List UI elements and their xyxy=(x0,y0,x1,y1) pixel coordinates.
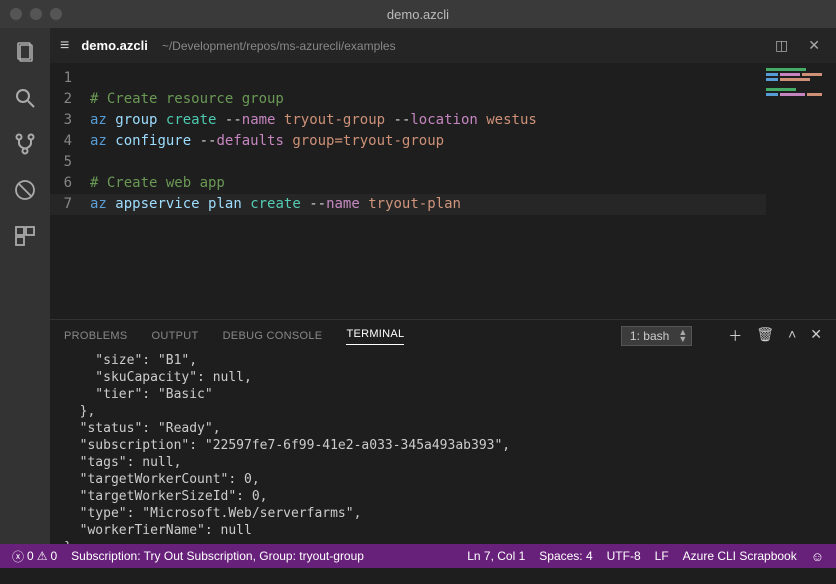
line-number: 4 xyxy=(50,131,72,152)
error-icon: ⓧ xyxy=(12,548,24,565)
close-tab-icon[interactable]: ✕ xyxy=(802,37,826,54)
activity-bar xyxy=(0,28,50,544)
code-content[interactable]: # Create resource group az group create … xyxy=(90,68,836,314)
debug-icon[interactable] xyxy=(11,176,39,204)
error-count: 0 xyxy=(27,549,34,563)
code-token: az xyxy=(90,112,107,128)
status-language[interactable]: Azure CLI Scrapbook xyxy=(679,549,801,563)
code-token: name xyxy=(242,112,276,128)
code-token: defaults xyxy=(216,133,283,149)
tab-filename[interactable]: demo.azcli xyxy=(81,38,147,53)
code-editor[interactable]: 1 2 3 4 5 6 7 # Create resource group az… xyxy=(50,63,836,319)
code-comment: # Create web app xyxy=(90,175,225,191)
feedback-icon[interactable]: ☺ xyxy=(807,549,828,564)
terminal-output[interactable]: "size": "B1", "skuCapacity": null, "tier… xyxy=(50,352,836,544)
line-number: 3 xyxy=(50,110,72,131)
code-token: westus xyxy=(486,112,537,128)
code-token: tryout-group xyxy=(284,112,385,128)
zoom-window[interactable] xyxy=(50,8,62,20)
line-number: 5 xyxy=(50,152,72,173)
tab-debug-console[interactable]: DEBUG CONSOLE xyxy=(223,330,323,342)
minimap[interactable] xyxy=(766,68,826,98)
menu-icon[interactable]: ≡ xyxy=(60,37,69,55)
tab-output[interactable]: OUTPUT xyxy=(152,330,199,342)
extensions-icon[interactable] xyxy=(11,222,39,250)
panel-tabs: PROBLEMS OUTPUT DEBUG CONSOLE TERMINAL 1… xyxy=(50,320,836,352)
warning-count: 0 xyxy=(50,549,57,563)
code-token: location xyxy=(410,112,477,128)
source-control-icon[interactable] xyxy=(11,130,39,158)
code-comment: # Create resource group xyxy=(90,91,284,107)
line-number: 1 xyxy=(50,68,72,89)
code-token: group xyxy=(115,112,157,128)
close-window[interactable] xyxy=(10,8,22,20)
code-token: create xyxy=(166,112,217,128)
window-controls xyxy=(10,8,62,20)
kill-terminal-icon[interactable]: 🗑 xyxy=(756,326,774,346)
bottom-panel: PROBLEMS OUTPUT DEBUG CONSOLE TERMINAL 1… xyxy=(50,319,836,544)
status-encoding[interactable]: UTF-8 xyxy=(603,549,645,563)
maximize-panel-icon[interactable]: ˄ xyxy=(788,326,796,346)
status-bar: ⓧ0 ⚠0 Subscription: Try Out Subscription… xyxy=(0,544,836,568)
line-number: 2 xyxy=(50,89,72,110)
line-number: 6 xyxy=(50,173,72,194)
status-spaces[interactable]: Spaces: 4 xyxy=(535,549,596,563)
terminal-selector[interactable]: 1: bash ▲▼ xyxy=(621,326,692,346)
tab-terminal[interactable]: TERMINAL xyxy=(346,328,404,345)
warning-icon: ⚠ xyxy=(37,549,48,563)
code-token: group=tryout-group xyxy=(292,133,444,149)
editor-tabbar: ≡ demo.azcli ~/Development/repos/ms-azur… xyxy=(50,28,836,63)
status-subscription[interactable]: Subscription: Try Out Subscription, Grou… xyxy=(67,549,368,563)
status-errors[interactable]: ⓧ0 ⚠0 xyxy=(8,548,61,565)
close-panel-icon[interactable]: ✕ xyxy=(810,326,822,346)
minimize-window[interactable] xyxy=(30,8,42,20)
tab-problems[interactable]: PROBLEMS xyxy=(64,330,128,342)
explorer-icon[interactable] xyxy=(11,38,39,66)
split-editor-icon[interactable]: ◫ xyxy=(769,37,794,54)
title-bar: demo.azcli xyxy=(0,0,836,28)
tab-path: ~/Development/repos/ms-azurecli/examples xyxy=(162,39,396,53)
status-eol[interactable]: LF xyxy=(651,549,673,563)
line-gutter: 1 2 3 4 5 6 7 xyxy=(50,68,90,314)
chevron-updown-icon: ▲▼ xyxy=(678,329,687,343)
status-cursor[interactable]: Ln 7, Col 1 xyxy=(463,549,529,563)
current-line-highlight xyxy=(50,194,766,215)
terminal-selector-label: 1: bash xyxy=(630,329,669,343)
window-title: demo.azcli xyxy=(387,7,449,22)
code-token: az xyxy=(90,133,107,149)
code-token: configure xyxy=(115,133,191,149)
new-terminal-icon[interactable]: ＋ xyxy=(728,326,742,346)
search-icon[interactable] xyxy=(11,84,39,112)
